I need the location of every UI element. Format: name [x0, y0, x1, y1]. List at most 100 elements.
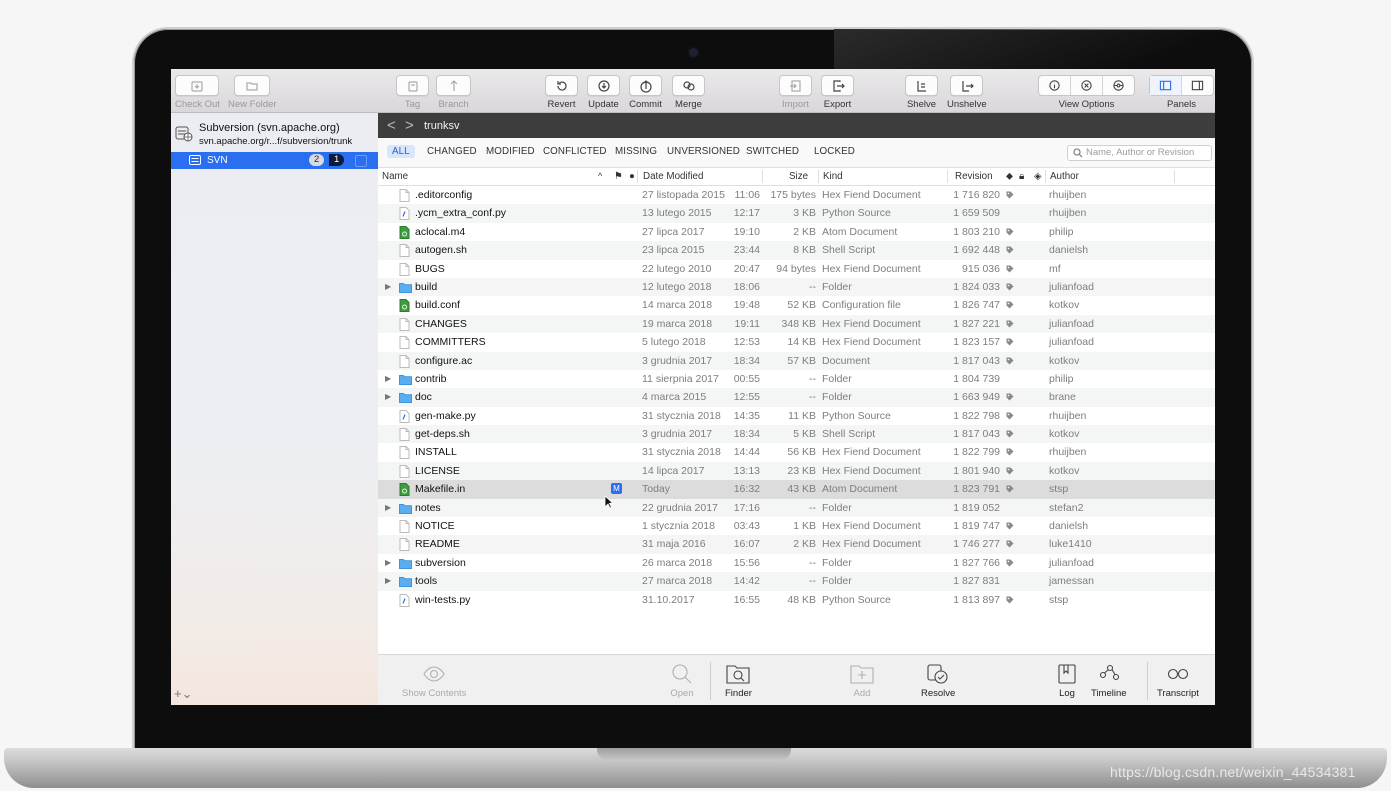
add-repository-button[interactable]: +⌄	[174, 686, 192, 702]
sort-ascending-icon[interactable]: ^	[598, 171, 602, 181]
info-view-button[interactable]	[1039, 76, 1071, 95]
file-revision: 1 716 820	[953, 189, 1000, 201]
tag-column-icon[interactable]: ⬥	[1006, 171, 1013, 182]
table-row[interactable]: CHANGES 19 marca 2018 19:11 348 KB Hex Fiend…	[378, 314, 1215, 334]
document-icon	[399, 538, 410, 552]
disclosure-triangle-icon[interactable]: ▶	[385, 558, 391, 567]
filter-conflicted[interactable]: CONFLICTED	[543, 146, 607, 157]
back-button[interactable]: <	[387, 117, 396, 134]
table-row[interactable]: README 31 maja 2016 16:07 2 KB Hex Fiend Doc…	[378, 535, 1215, 554]
column-size[interactable]: Size	[789, 171, 808, 182]
sidebar-item-svn[interactable]: SVN 2 1	[171, 152, 378, 169]
timeline-button[interactable]: Timeline	[1091, 663, 1127, 699]
tag-icon	[1006, 596, 1014, 604]
table-row[interactable]: LICENSE 14 lipca 2017 13:13 23 KB Hex Fiend …	[378, 461, 1215, 481]
update-button[interactable]: Update	[587, 75, 620, 110]
file-time: 15:56	[733, 556, 760, 569]
modified-status-badge: M	[611, 483, 622, 495]
transcript-button[interactable]: Transcript	[1157, 663, 1199, 699]
filter-missing[interactable]: MISSING	[615, 146, 657, 157]
merge-button[interactable]: Merge	[672, 75, 705, 110]
path-bar: < > trunksv	[378, 113, 1215, 138]
disclosure-triangle-icon[interactable]: ▶	[385, 503, 391, 512]
tag-button[interactable]: Tag	[396, 75, 429, 110]
column-revision[interactable]: Revision	[955, 171, 993, 182]
table-row[interactable]: INSTALL 31 stycznia 2018 14:44 56 KB Hex Fie…	[378, 443, 1215, 461]
search-field[interactable]: Name, Author or Revision	[1067, 145, 1212, 161]
layers-column-icon[interactable]: ◈	[1034, 171, 1042, 182]
forward-button[interactable]: >	[405, 117, 414, 134]
tag-icon	[1006, 559, 1014, 567]
resolve-button[interactable]: Resolve	[921, 663, 955, 699]
add-button[interactable]: Add	[850, 663, 874, 699]
filter-changed[interactable]: CHANGED	[427, 146, 477, 157]
column-author[interactable]: Author	[1050, 171, 1079, 182]
file-revision: 1 817 043	[953, 428, 1000, 441]
table-row[interactable]: .ycm_extra_conf.py 13 lutego 2015 12:17 3 K…	[378, 204, 1215, 223]
table-row[interactable]: .editorconfig 27 listopada 2015 11:06 175 b…	[378, 186, 1215, 204]
finder-button[interactable]: Finder	[725, 663, 752, 699]
file-revision: 1 823 157	[953, 336, 1000, 349]
table-row[interactable]: win-tests.py 31.10.2017 16:55 48 KB Python S…	[378, 591, 1215, 609]
table-row[interactable]: build.conf 14 marca 2018 19:48 52 KB Configu…	[378, 296, 1215, 314]
disclosure-triangle-icon[interactable]: ▶	[385, 576, 391, 585]
lock-column-icon[interactable]: 🔒︎	[1019, 171, 1024, 182]
close-view-button[interactable]	[1071, 76, 1103, 95]
revert-button[interactable]: Revert	[545, 75, 578, 110]
flag-column-icon[interactable]: ⚑	[614, 171, 623, 182]
commit-button[interactable]: Commit	[629, 75, 662, 110]
table-row[interactable]: aclocal.m4 27 lipca 2017 19:10 2 KB Atom Doc…	[378, 223, 1215, 241]
sidebar-item-checkbox[interactable]	[355, 155, 367, 167]
unshelve-button[interactable]: Unshelve	[947, 75, 987, 110]
disclosure-triangle-icon[interactable]: ▶	[385, 282, 391, 291]
filter-modified[interactable]: MODIFIED	[486, 146, 535, 157]
file-size: --	[809, 556, 816, 569]
filter-unversioned[interactable]: UNVERSIONED	[667, 146, 740, 157]
show-contents-button[interactable]: Show Contents	[402, 663, 466, 699]
file-author: luke1410	[1049, 538, 1092, 551]
new-folder-button[interactable]: New Folder	[228, 75, 277, 110]
modified-count-badge: 2	[309, 154, 325, 166]
table-row[interactable]: ▶ subversion 26 marca 2018 15:56 -- Folder 1 8…	[378, 554, 1215, 572]
column-date[interactable]: Date Modified	[643, 171, 703, 182]
filter-locked[interactable]: LOCKED	[814, 146, 855, 157]
table-row[interactable]: autogen.sh 23 lipca 2015 23:44 8 KB Shell Sc…	[378, 241, 1215, 260]
branch-button[interactable]: Branch	[436, 75, 471, 110]
status-column-icon[interactable]: ●	[629, 171, 635, 182]
view-options-group[interactable]: View Options	[1038, 75, 1135, 110]
laptop-notch	[597, 748, 791, 761]
disclosure-triangle-icon[interactable]: ▶	[385, 374, 391, 383]
right-panel-toggle[interactable]	[1182, 76, 1213, 95]
disclosure-triangle-icon[interactable]: ▶	[385, 392, 391, 401]
panels-group[interactable]: Panels	[1149, 75, 1214, 110]
column-name[interactable]: Name	[382, 171, 408, 182]
target-view-button[interactable]	[1103, 76, 1134, 95]
table-row[interactable]: Makefile.in M Today 16:32 43 KB Atom Document…	[378, 480, 1215, 499]
file-revision: 1 822 799	[953, 446, 1000, 459]
left-panel-toggle[interactable]	[1150, 76, 1182, 95]
export-button[interactable]: Export	[821, 75, 854, 110]
filter-all[interactable]: ALL	[387, 145, 415, 158]
table-row[interactable]: gen-make.py 31 stycznia 2018 14:35 11 KB Pyt…	[378, 407, 1215, 425]
import-button[interactable]: Import	[779, 75, 812, 110]
column-kind[interactable]: Kind	[823, 171, 843, 182]
table-row[interactable]: get-deps.sh 3 grudnia 2017 18:34 5 KB Shell …	[378, 425, 1215, 444]
open-button[interactable]: Open	[670, 663, 694, 699]
table-row[interactable]: ▶ contrib 11 sierpnia 2017 00:55 -- Folder 1 8…	[378, 370, 1215, 388]
table-row[interactable]: ▶ doc 4 marca 2015 12:55 -- Folder 1 663 949 br…	[378, 388, 1215, 407]
check-out-button[interactable]: Check Out	[175, 75, 220, 110]
table-row[interactable]: NOTICE 1 stycznia 2018 03:43 1 KB Hex Fiend …	[378, 517, 1215, 535]
table-row[interactable]: ▶ tools 27 marca 2018 14:42 -- Folder 1 827 83…	[378, 572, 1215, 591]
target-icon	[1113, 80, 1124, 91]
log-button[interactable]: Log	[1055, 663, 1079, 699]
repository-item[interactable]: Subversion (svn.apache.org) svn.apache.o…	[174, 119, 374, 147]
filter-switched[interactable]: SWITCHED	[746, 146, 799, 157]
table-row[interactable]: configure.ac 3 grudnia 2017 18:34 57 KB Docu…	[378, 351, 1215, 370]
shelve-button[interactable]: Shelve	[905, 75, 938, 110]
table-row[interactable]: BUGS 22 lutego 2010 20:47 94 bytes Hex Fiend…	[378, 260, 1215, 278]
table-row[interactable]: ▶ build 12 lutego 2018 18:06 -- Folder 1 824 0…	[378, 277, 1215, 297]
file-date: Today	[642, 483, 671, 496]
column-separator	[818, 170, 819, 183]
table-row[interactable]: ▶ notes 22 grudnia 2017 17:16 -- Folder 1 819 …	[378, 498, 1215, 518]
table-row[interactable]: COMMITTERS 5 lutego 2018 12:53 14 KB Hex Fie…	[378, 333, 1215, 351]
